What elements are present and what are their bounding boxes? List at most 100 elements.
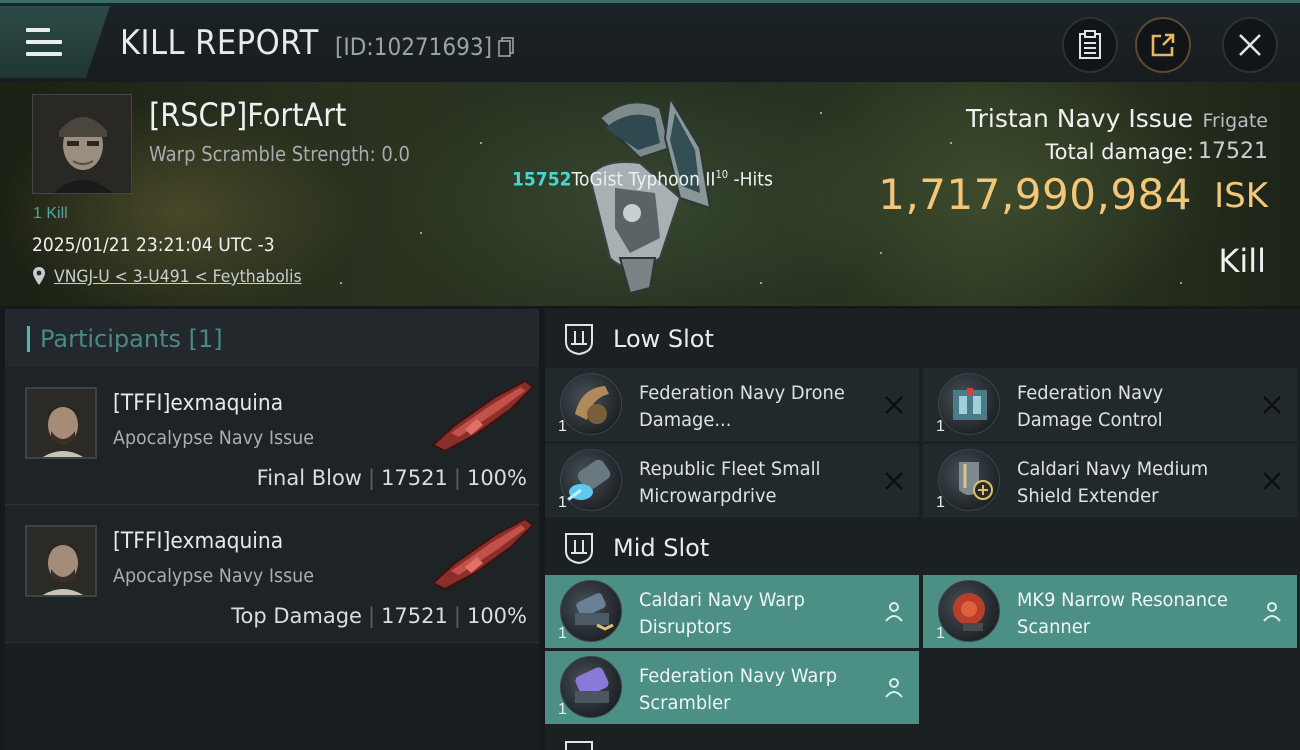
kill-count: 1 Kill [33,205,68,222]
module-quantity: 1 [936,418,945,435]
participant-avatar[interactable] [25,387,97,459]
shield-extender-icon [938,449,1000,511]
section-accent-bar [27,326,30,352]
pilot-avatar-icon [33,95,131,193]
menu-button[interactable] [0,6,110,78]
module-name: Federation Navy Drone Damage... [639,382,845,431]
module-item[interactable]: 1 Caldari Navy Medium Shield Extender [923,444,1297,517]
top-bar: KILL REPORT [ID:10271693] [0,0,1300,82]
module-name: MK9 Narrow Resonance Scanner [1017,589,1228,638]
participant-role: Top Damage [231,604,362,628]
module-item[interactable]: 1 Republic Fleet Small Microwarpdrive [545,444,919,517]
fitting-panel: Low Slot 1 Federation Navy Drone Damage.… [545,309,1300,750]
participants-title: Participants [1] [40,325,223,353]
participant-row[interactable]: [TFFI]exmaquina Apocalypse Navy Issue Fi… [5,367,539,505]
module-quantity: 1 [558,625,567,642]
damage-control-icon [938,373,1000,435]
module-name: Caldari Navy Medium Shield Extender [1017,458,1209,507]
module-name: Republic Fleet Small Microwarpdrive [639,458,821,507]
participant-ship-image[interactable] [425,375,537,453]
share-button[interactable] [1135,17,1191,73]
module-quantity: 1 [936,625,945,642]
clipboard-icon [1079,30,1101,59]
module-quantity: 1 [558,494,567,511]
participant-percent: 100% [466,466,527,490]
participant-name[interactable]: [TFFI]exmaquina [113,391,283,416]
top-hit-info: 15752ToGist Typhoon II10 -Hits [512,168,773,190]
victim-portrait[interactable] [32,94,132,194]
pilot-icon [885,678,903,698]
destroyed-x-icon [1263,396,1281,414]
victim-pilot-name[interactable]: [RSCP]FortArt [149,96,346,134]
hit-suffix: -Hits [728,168,773,191]
participant-avatar[interactable] [25,525,97,597]
total-damage-value: 17521 [1198,139,1268,164]
hit-weapon-level: 10 [715,168,729,181]
participant-ship-image[interactable] [425,513,537,591]
participant-stats: Final Blow | 17521 | 100% [256,466,527,490]
share-icon [1151,33,1175,57]
participant-percent: 100% [466,604,527,628]
participant-stats: Top Damage | 17521 | 100% [231,604,527,628]
isk-label: ISK [1214,176,1268,216]
module-item[interactable]: 1 Caldari Navy Warp Disruptors [545,575,919,648]
participant-row[interactable]: [TFFI]exmaquina Apocalypse Navy Issue To… [5,505,539,643]
participants-panel: Participants [1] [TFFI]exmaquina Apocaly… [5,309,539,750]
low-slot-icon [565,324,593,356]
participant-role: Final Blow [256,466,362,490]
microwarpdrive-icon [560,449,622,511]
pilot-avatar-icon [27,389,95,457]
warp-scramble-strength: Warp Scramble Strength: 0.0 [149,142,411,166]
close-button[interactable] [1222,17,1278,73]
mid-slot-title: Mid Slot [613,534,710,562]
module-name: Caldari Navy Warp Disruptors [639,589,805,638]
module-item[interactable]: 1 Federation Navy Drone Damage... [545,368,919,441]
participant-name[interactable]: [TFFI]exmaquina [113,529,283,554]
mid-slot-header: Mid Slot [545,518,1300,576]
destroyed-x-icon [1263,472,1281,490]
mid-slot-icon [565,533,593,565]
low-slot-title: Low Slot [613,325,714,353]
destroyed-x-icon [885,472,903,490]
hit-weapon: ToGist Typhoon II [571,168,716,191]
participant-damage: 17521 [381,466,448,490]
copy-icon[interactable] [498,37,514,57]
module-item[interactable]: 1 Federation Navy Warp Scrambler [545,651,919,724]
pilot-avatar-icon [27,527,95,595]
close-icon [1239,34,1261,56]
kill-datetime: 2025/01/21 23:21:04 UTC -3 [32,234,275,256]
module-name: Federation Navy Warp Scrambler [639,665,838,714]
total-damage-label: Total damage: [1045,140,1194,164]
report-id: [ID:10271693] [335,33,493,61]
next-slot-header [545,729,1300,750]
clipboard-button[interactable] [1062,17,1118,73]
slot-icon [565,741,593,750]
drone-damage-icon [560,373,622,435]
participant-ship: Apocalypse Navy Issue [113,565,315,587]
warp-disruptor-icon [560,580,622,642]
kill-location-link[interactable]: VNGJ-U < 3-U491 < Feythabolis [54,267,302,287]
pilot-icon [885,602,903,622]
module-name: Federation Navy Damage Control [1017,382,1164,431]
destroyed-x-icon [885,396,903,414]
hit-count: 15752 [512,168,572,191]
isk-value: 1,717,990,984 [878,170,1192,219]
victim-ship-name[interactable]: Tristan Navy Issue [966,104,1193,133]
participants-header: Participants [1] [5,309,539,367]
location-pin-icon [33,267,45,285]
module-item[interactable]: 1 MK9 Narrow Resonance Scanner [923,575,1297,648]
page-title: KILL REPORT [120,23,319,63]
module-item[interactable]: 1 Federation Navy Damage Control [923,368,1297,441]
module-quantity: 1 [936,494,945,511]
participant-damage: 17521 [381,604,448,628]
low-slot-header: Low Slot [545,309,1300,367]
victim-ship-class: Frigate [1202,110,1268,132]
kill-status: Kill [1218,242,1266,280]
module-quantity: 1 [558,701,567,718]
module-quantity: 1 [558,418,567,435]
victim-ship-image[interactable] [560,88,750,298]
scanner-icon [938,580,1000,642]
participant-ship: Apocalypse Navy Issue [113,427,315,449]
warp-scrambler-icon [560,656,622,718]
kill-summary-banner: [RSCP]FortArt Warp Scramble Strength: 0.… [0,82,1300,306]
